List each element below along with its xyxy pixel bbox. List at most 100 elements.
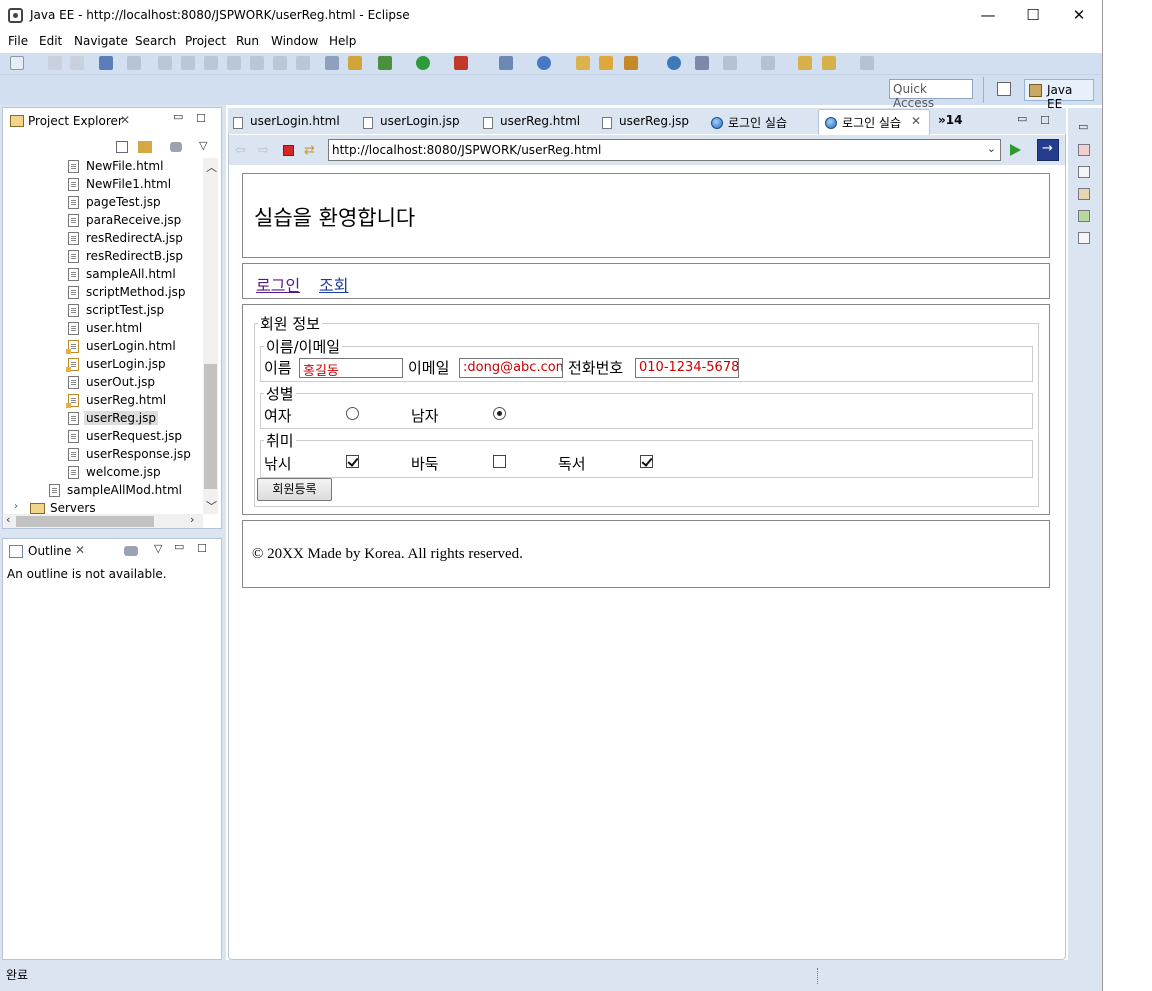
filter-icon[interactable]	[124, 546, 138, 556]
run-icon[interactable]	[416, 56, 430, 70]
new-server-icon[interactable]	[499, 56, 513, 70]
close-button[interactable]: ✕	[1057, 5, 1101, 27]
close-icon[interactable]: ✕	[120, 113, 130, 127]
scroll-right-icon[interactable]: ›	[190, 513, 194, 526]
male-radio[interactable]	[493, 407, 506, 420]
outline-title[interactable]: Outline	[28, 544, 71, 558]
servers-view-icon[interactable]	[1078, 144, 1090, 156]
nav-link-search[interactable]: 조회	[319, 272, 348, 296]
phone-field[interactable]: 010-1234-5678	[635, 358, 739, 378]
open-perspective-icon[interactable]	[997, 82, 1011, 96]
html-file-icon	[68, 268, 79, 281]
previous-annotation-icon[interactable]	[761, 56, 775, 70]
scroll-left-icon[interactable]: ‹	[6, 513, 10, 526]
menu-file[interactable]: File	[8, 34, 28, 48]
scroll-down-icon[interactable]: ﹀	[206, 498, 217, 514]
run-on-server-icon[interactable]	[695, 56, 709, 70]
go-icon[interactable]	[1010, 144, 1021, 156]
external-tools-icon[interactable]	[454, 56, 468, 70]
forward-icon[interactable]	[860, 56, 874, 70]
close-icon[interactable]: ✕	[75, 543, 85, 557]
maximize-view-icon[interactable]: ☐	[197, 542, 207, 555]
minimize-button[interactable]: —	[966, 5, 1010, 27]
minimize-view-icon[interactable]: ▭	[173, 110, 183, 123]
filter-icon[interactable]	[170, 142, 182, 152]
minimize-view-icon[interactable]: ▭	[174, 540, 184, 553]
vertical-scrollbar[interactable]: ︿ ﹀	[203, 158, 218, 514]
refresh-icon[interactable]: ⇄	[304, 143, 315, 158]
scroll-up-icon[interactable]: ︿	[206, 159, 217, 175]
close-icon[interactable]: ✕	[911, 114, 921, 128]
horizontal-scrollbar[interactable]: ‹ ›	[4, 513, 203, 528]
server-icon[interactable]	[348, 56, 362, 70]
menu-run[interactable]: Run	[236, 34, 259, 48]
console-view-icon[interactable]	[1078, 232, 1090, 244]
step-into-icon[interactable]	[250, 56, 264, 70]
female-radio[interactable]	[346, 407, 359, 420]
go-checkbox[interactable]	[493, 455, 506, 468]
chevron-down-icon[interactable]: ⌄	[987, 142, 996, 155]
snippets-view-icon[interactable]	[1078, 210, 1090, 222]
save-icon[interactable]	[48, 56, 62, 70]
maximize-view-icon[interactable]: ☐	[196, 112, 206, 125]
skip-breakpoints-icon[interactable]	[127, 56, 141, 70]
maximize-button[interactable]: ☐	[1011, 5, 1055, 27]
stop-icon[interactable]	[283, 145, 294, 156]
back-arrow-icon[interactable]: ⇦	[235, 143, 246, 158]
eclipse-app-icon	[8, 8, 23, 23]
open-task-icon[interactable]	[325, 56, 339, 70]
perspective-java-ee[interactable]: Java EE	[1024, 79, 1094, 111]
suspend-icon[interactable]	[181, 56, 195, 70]
register-button[interactable]: 회원등록	[257, 478, 332, 501]
new-class-icon[interactable]	[537, 56, 551, 70]
data-source-view-icon[interactable]	[1078, 188, 1090, 200]
next-annotation-icon[interactable]	[723, 56, 737, 70]
hobby-fieldset: 취미	[260, 430, 1033, 478]
menu-navigate[interactable]: Navigate	[74, 34, 128, 48]
debug-icon[interactable]	[378, 56, 392, 70]
search-tool-icon[interactable]	[624, 56, 638, 70]
maximize-editor-icon[interactable]: ☐	[1040, 114, 1050, 127]
menu-search[interactable]: Search	[135, 34, 176, 48]
open-type-icon[interactable]	[576, 56, 590, 70]
name-field[interactable]: 홍길동	[299, 358, 403, 378]
properties-view-icon[interactable]	[1078, 166, 1090, 178]
restore-icon[interactable]: ▭	[1078, 120, 1088, 133]
step-over-icon[interactable]	[273, 56, 287, 70]
web-browser-icon[interactable]	[667, 56, 681, 70]
email-field[interactable]: :dong@abc.com	[459, 358, 563, 378]
name-email-legend: 이름/이메일	[266, 338, 341, 356]
save-all-icon[interactable]	[70, 56, 84, 70]
jsp-file-icon	[68, 232, 79, 245]
open-external-browser-button[interactable]	[1037, 139, 1059, 161]
nav-link-login[interactable]: 로그인	[256, 272, 300, 296]
scrollbar-thumb[interactable]	[16, 516, 154, 527]
disconnect-icon[interactable]	[227, 56, 241, 70]
collapse-all-icon[interactable]	[116, 141, 128, 153]
back-icon[interactable]	[822, 56, 836, 70]
menu-edit[interactable]: Edit	[39, 34, 62, 48]
project-explorer-tab[interactable]: Project Explorer ✕	[3, 108, 137, 134]
console-icon[interactable]	[99, 56, 113, 70]
open-folder-icon[interactable]	[599, 56, 613, 70]
resume-icon[interactable]	[158, 56, 172, 70]
fishing-checkbox[interactable]	[346, 455, 359, 468]
minimize-editor-icon[interactable]: ▭	[1017, 112, 1027, 125]
tab-overflow-chevron-icon[interactable]: »14	[938, 113, 962, 127]
menu-project[interactable]: Project	[185, 34, 226, 48]
chevron-right-icon[interactable]: ›	[14, 501, 18, 512]
view-menu-chevron-down-icon[interactable]: ▽	[199, 139, 207, 152]
quick-access-input[interactable]: Quick Access	[889, 79, 973, 110]
step-return-icon[interactable]	[296, 56, 310, 70]
reading-checkbox[interactable]	[640, 455, 653, 468]
scrollbar-thumb[interactable]	[204, 364, 217, 489]
forward-arrow-icon[interactable]: ⇨	[258, 143, 269, 158]
last-edit-icon[interactable]	[798, 56, 812, 70]
menu-help[interactable]: Help	[329, 34, 356, 48]
link-with-editor-icon[interactable]	[138, 141, 152, 153]
view-menu-chevron-down-icon[interactable]: ▽	[154, 542, 162, 555]
terminate-icon[interactable]	[204, 56, 218, 70]
url-input[interactable]: http://localhost:8080/JSPWORK/userReg.ht…	[328, 139, 1001, 161]
menu-window[interactable]: Window	[271, 34, 318, 48]
new-icon[interactable]	[10, 56, 24, 70]
